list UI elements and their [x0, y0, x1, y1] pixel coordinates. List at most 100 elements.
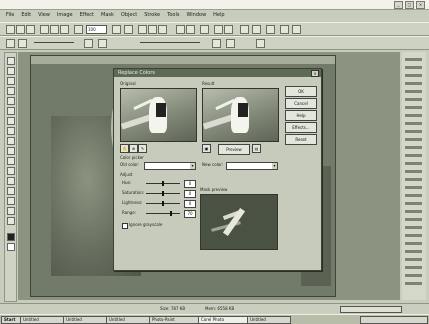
- fill-tool-icon[interactable]: [7, 187, 15, 195]
- palette-swatch[interactable]: [405, 98, 422, 101]
- palette-swatch[interactable]: [405, 258, 422, 261]
- menu-image[interactable]: Image: [57, 12, 73, 21]
- saturation-slider-thumb[interactable]: [162, 191, 164, 196]
- zoom-icon[interactable]: [112, 25, 121, 34]
- eyedropper-tool-icon[interactable]: [7, 117, 15, 125]
- reset-button[interactable]: Reset: [285, 134, 317, 145]
- palette-swatch[interactable]: [405, 282, 422, 285]
- range-slider[interactable]: [146, 213, 180, 214]
- mask-icon[interactable]: [138, 25, 147, 34]
- menu-mask[interactable]: Mask: [101, 12, 114, 21]
- hand-icon[interactable]: ✋: [120, 144, 129, 153]
- redeye-tool-icon[interactable]: [7, 137, 15, 145]
- menu-help[interactable]: Help: [213, 12, 224, 21]
- cut-icon[interactable]: [40, 25, 49, 34]
- paste-icon[interactable]: [60, 25, 69, 34]
- mask-tool-icon[interactable]: [7, 67, 15, 75]
- crop-tool-icon[interactable]: [7, 97, 15, 105]
- minimize-button[interactable]: _: [394, 1, 403, 9]
- menu-view[interactable]: View: [38, 12, 50, 21]
- palette-swatch[interactable]: [405, 66, 422, 69]
- palette-swatch[interactable]: [405, 186, 422, 189]
- cancel-button[interactable]: Cancel: [285, 98, 317, 109]
- lightness-value[interactable]: 0: [184, 200, 196, 208]
- palette-swatch[interactable]: [405, 106, 422, 109]
- settings-icon[interactable]: [280, 25, 289, 34]
- pick-tool-icon[interactable]: [7, 57, 15, 65]
- sprayer-tool-icon[interactable]: [7, 177, 15, 185]
- ok-button[interactable]: OK: [285, 86, 317, 97]
- palette-swatch[interactable]: [405, 82, 422, 85]
- palette-swatch[interactable]: [405, 178, 422, 181]
- lightness-slider-thumb[interactable]: [162, 201, 164, 206]
- effect-tool-icon[interactable]: [7, 167, 15, 175]
- old-color-dropdown[interactable]: ▾: [144, 162, 196, 170]
- range-value[interactable]: 70: [184, 210, 196, 218]
- palette-icon[interactable]: [256, 39, 265, 48]
- maximize-button[interactable]: □: [405, 1, 414, 9]
- layers-icon[interactable]: [266, 25, 275, 34]
- palette-swatch[interactable]: [405, 170, 422, 173]
- palette-swatch[interactable]: [405, 226, 422, 229]
- preview-lock-icon[interactable]: ▣: [202, 144, 211, 153]
- copy-icon[interactable]: [50, 25, 59, 34]
- palette-swatch[interactable]: [405, 114, 422, 117]
- menu-file[interactable]: File: [6, 12, 14, 21]
- menu-effect[interactable]: Effect: [80, 12, 94, 21]
- hue-slider-thumb[interactable]: [162, 181, 164, 186]
- clone-tool-icon[interactable]: [7, 147, 15, 155]
- foreground-color-swatch[interactable]: [7, 233, 15, 241]
- palette-swatch[interactable]: [405, 274, 422, 277]
- lock-icon[interactable]: [226, 39, 235, 48]
- info-icon[interactable]: [240, 25, 249, 34]
- dialog-close-button[interactable]: ×: [311, 70, 319, 77]
- palette-swatch[interactable]: [405, 202, 422, 205]
- original-preview[interactable]: [120, 88, 197, 142]
- hue-value[interactable]: 0: [184, 180, 196, 188]
- rect-icon[interactable]: [214, 25, 223, 34]
- color-icon[interactable]: [252, 25, 261, 34]
- zoom-icon[interactable]: ⊕: [129, 144, 138, 153]
- effects-button[interactable]: Effects...: [285, 122, 317, 133]
- tool-mode-icon[interactable]: [6, 39, 15, 48]
- range-slider-thumb[interactable]: [170, 211, 172, 216]
- transparency-slider[interactable]: [140, 42, 200, 43]
- palette-swatch[interactable]: [405, 122, 422, 125]
- zoom-tool-icon[interactable]: [7, 107, 15, 115]
- help-icon[interactable]: [292, 25, 301, 34]
- palette-swatch[interactable]: [405, 90, 422, 93]
- menu-object[interactable]: Object: [121, 12, 137, 21]
- merge-icon[interactable]: [212, 39, 221, 48]
- brush-tool-icon[interactable]: [7, 157, 15, 165]
- feather-icon[interactable]: [84, 39, 93, 48]
- save-icon[interactable]: [26, 25, 35, 34]
- undo-icon[interactable]: [74, 25, 83, 34]
- menu-tools[interactable]: Tools: [167, 12, 179, 21]
- ellipse-icon[interactable]: [224, 25, 233, 34]
- object-icon[interactable]: [148, 25, 157, 34]
- palette-swatch[interactable]: [405, 218, 422, 221]
- palette-swatch[interactable]: [405, 130, 422, 133]
- close-button[interactable]: ×: [416, 1, 425, 9]
- palette-swatch[interactable]: [405, 266, 422, 269]
- zoom-combo[interactable]: 100: [86, 25, 107, 34]
- palette-swatch[interactable]: [405, 242, 422, 245]
- palette-swatch[interactable]: [405, 58, 422, 61]
- saturation-value[interactable]: 0: [184, 190, 196, 198]
- tolerance-slider[interactable]: [34, 42, 74, 43]
- wand-tool-icon[interactable]: [7, 87, 15, 95]
- line-tool-icon[interactable]: [7, 217, 15, 225]
- transform-icon[interactable]: [158, 25, 167, 34]
- grid-icon[interactable]: [124, 25, 133, 34]
- lasso-tool-icon[interactable]: [7, 77, 15, 85]
- eyedropper-icon[interactable]: ✎: [138, 144, 147, 153]
- brush-icon[interactable]: [186, 25, 195, 34]
- fill-icon[interactable]: [176, 25, 185, 34]
- palette-swatch[interactable]: [405, 138, 422, 141]
- result-preview[interactable]: [202, 88, 279, 142]
- palette-swatch[interactable]: [405, 210, 422, 213]
- palette-swatch[interactable]: [405, 154, 422, 157]
- palette-swatch[interactable]: [405, 146, 422, 149]
- new-icon[interactable]: [6, 25, 15, 34]
- mask-mode-icon[interactable]: [18, 39, 27, 48]
